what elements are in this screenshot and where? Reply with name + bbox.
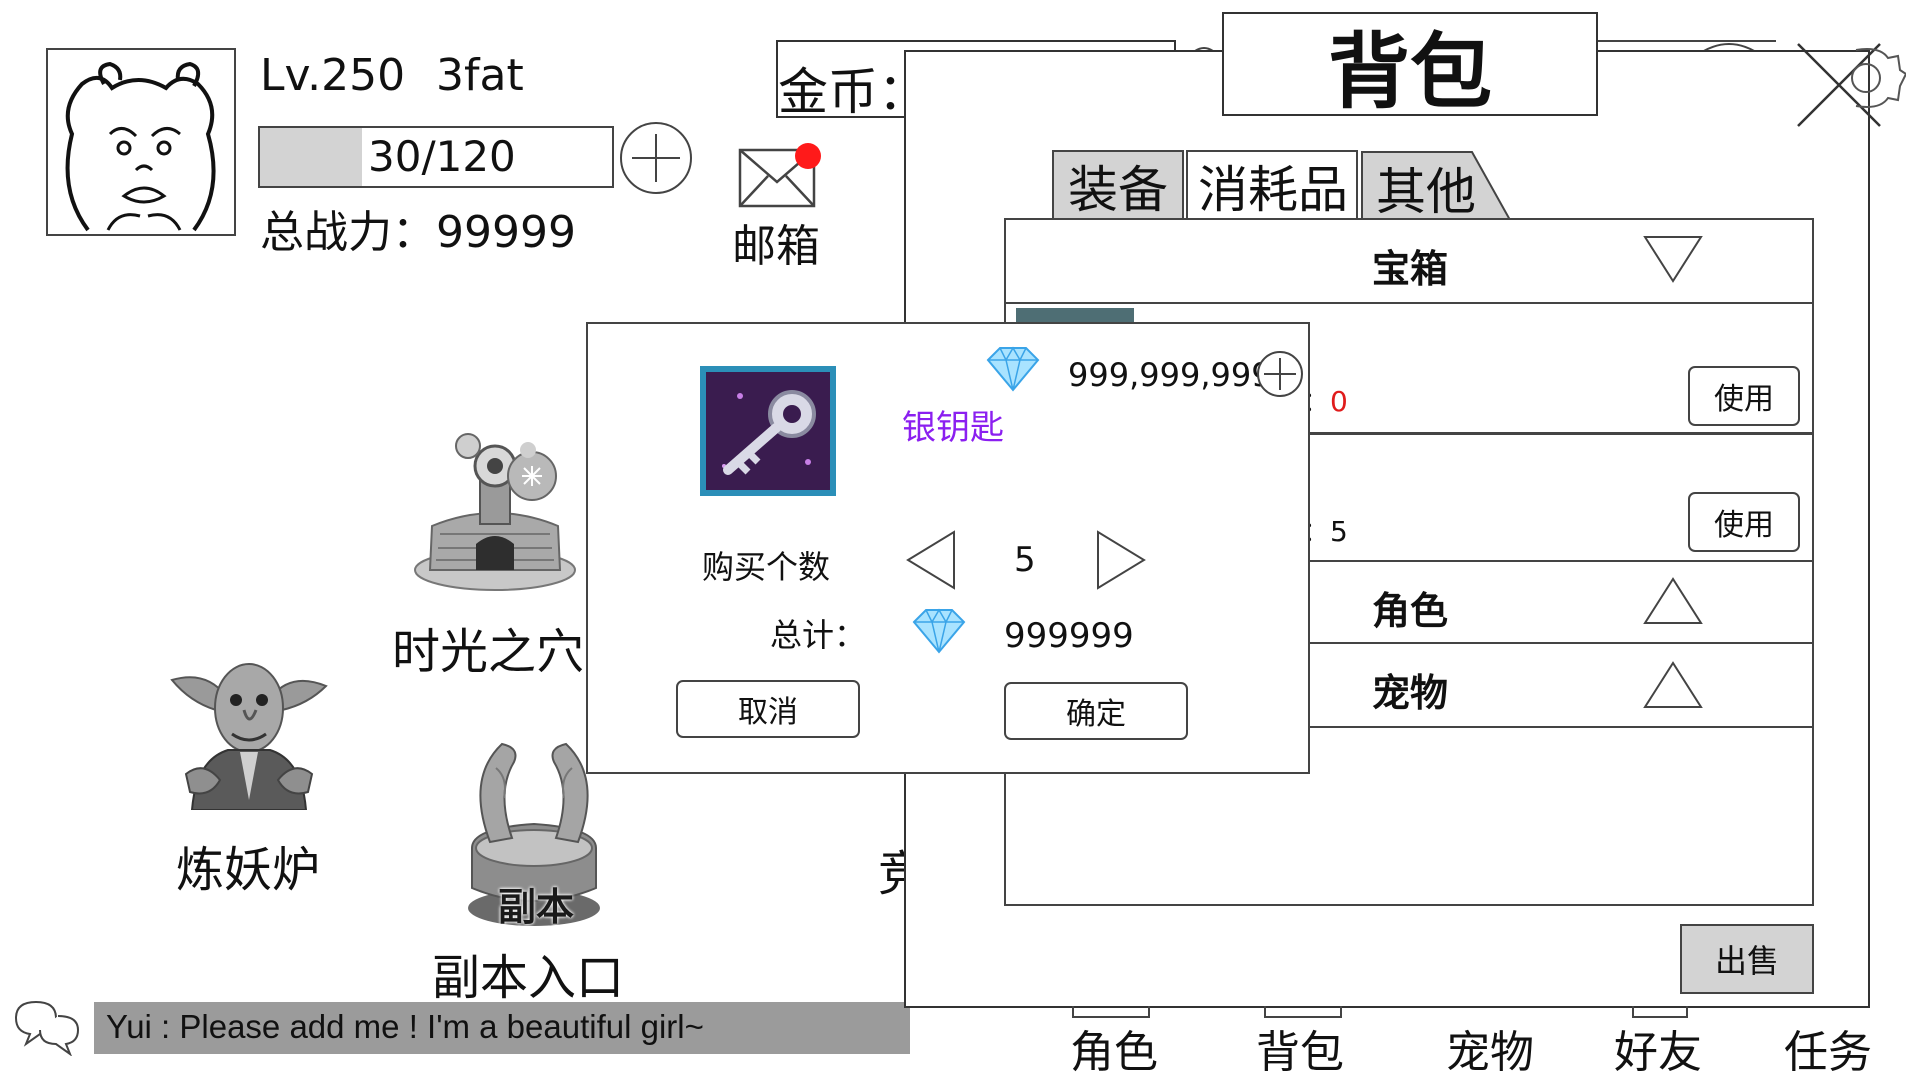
increase-arrow-right-icon[interactable] bbox=[1096, 530, 1146, 590]
quantity-label: 购买个数 bbox=[702, 548, 831, 586]
quantity-value: 5 bbox=[1014, 540, 1036, 580]
nav-pet[interactable]: 宠物 bbox=[1446, 1016, 1534, 1080]
pet-section-label: 宠物 bbox=[1372, 671, 1449, 715]
bag-title-box: 背包 bbox=[1222, 12, 1598, 120]
diamond-balance: 999,999,999 bbox=[1068, 356, 1272, 394]
item-name: 银钥匙 bbox=[902, 408, 1004, 448]
add-diamond-plus-icon[interactable] bbox=[1256, 350, 1304, 398]
time-cave-label[interactable]: 时光之穴 bbox=[392, 612, 584, 682]
total-value: 999999 bbox=[1004, 616, 1134, 656]
nav-quests[interactable]: 任务 bbox=[1784, 1016, 1872, 1080]
avatar[interactable] bbox=[46, 48, 236, 236]
tab-equipment[interactable]: 装备 bbox=[1052, 150, 1184, 220]
decrease-arrow-left-icon[interactable] bbox=[906, 530, 956, 590]
chat-message-text: Yui : Please add me ! I'm a beautiful gi… bbox=[106, 1008, 704, 1045]
sell-button[interactable]: 出售 bbox=[1680, 924, 1814, 994]
stamina-text: 30/120 bbox=[368, 132, 516, 181]
use-button[interactable]: 使用 bbox=[1688, 492, 1800, 552]
mail-label[interactable]: 邮箱 bbox=[732, 210, 820, 274]
cancel-button[interactable]: 取消 bbox=[676, 680, 860, 738]
chat-bubbles-icon[interactable] bbox=[12, 998, 82, 1056]
time-cave-building-icon[interactable] bbox=[410, 430, 580, 595]
nav-role[interactable]: 角色 bbox=[1070, 1016, 1158, 1080]
silver-key-item-icon bbox=[700, 366, 836, 496]
diamond-icon bbox=[984, 344, 1042, 394]
tab-equipment-label: 装备 bbox=[1068, 161, 1168, 219]
tab-consumables-label: 消耗品 bbox=[1198, 161, 1348, 219]
collapse-triangle-down-icon[interactable] bbox=[1642, 234, 1704, 284]
stamina-fill bbox=[260, 128, 363, 186]
dungeon-emblem-label: 副本 bbox=[498, 885, 575, 929]
total-label: 总计： bbox=[770, 616, 867, 654]
stamina-bar: 30/120 bbox=[258, 126, 614, 188]
player-level: Lv.250 bbox=[260, 50, 406, 101]
tab-other-label: 其他 bbox=[1376, 163, 1476, 221]
bear-avatar-icon bbox=[65, 61, 216, 232]
confirm-button[interactable]: 确定 bbox=[1004, 682, 1188, 740]
add-stamina-plus-icon[interactable] bbox=[618, 120, 694, 196]
role-section-label: 角色 bbox=[1372, 589, 1449, 633]
expand-triangle-up-icon[interactable] bbox=[1642, 576, 1704, 626]
chest-section-header[interactable]: 宝箱 bbox=[1006, 220, 1812, 304]
total-power: 总战力：99999 bbox=[260, 207, 576, 258]
chest-section-label: 宝箱 bbox=[1372, 247, 1449, 291]
use-button[interactable]: 使用 bbox=[1688, 366, 1800, 426]
dungeon-entrance-label[interactable]: 副本入口 bbox=[432, 938, 624, 1008]
furnace-label[interactable]: 炼妖炉 bbox=[176, 830, 320, 900]
expand-triangle-up-icon[interactable] bbox=[1642, 660, 1704, 710]
nav-bag[interactable]: 背包 bbox=[1256, 1016, 1344, 1080]
diamond-icon bbox=[910, 606, 968, 656]
nav-friends[interactable]: 好友 bbox=[1614, 1016, 1702, 1080]
goblin-furnace-icon[interactable] bbox=[166, 650, 332, 810]
bag-title: 背包 bbox=[1327, 24, 1492, 120]
gear-icon[interactable] bbox=[1850, 44, 1906, 114]
tab-consumables[interactable]: 消耗品 bbox=[1186, 150, 1358, 220]
tab-other[interactable]: 其他 bbox=[1360, 150, 1520, 224]
player-name: 3fat bbox=[436, 50, 524, 101]
chat-message-bar[interactable]: Yui : Please add me ! I'm a beautiful gi… bbox=[94, 1002, 910, 1054]
envelope-icon[interactable] bbox=[736, 142, 824, 212]
